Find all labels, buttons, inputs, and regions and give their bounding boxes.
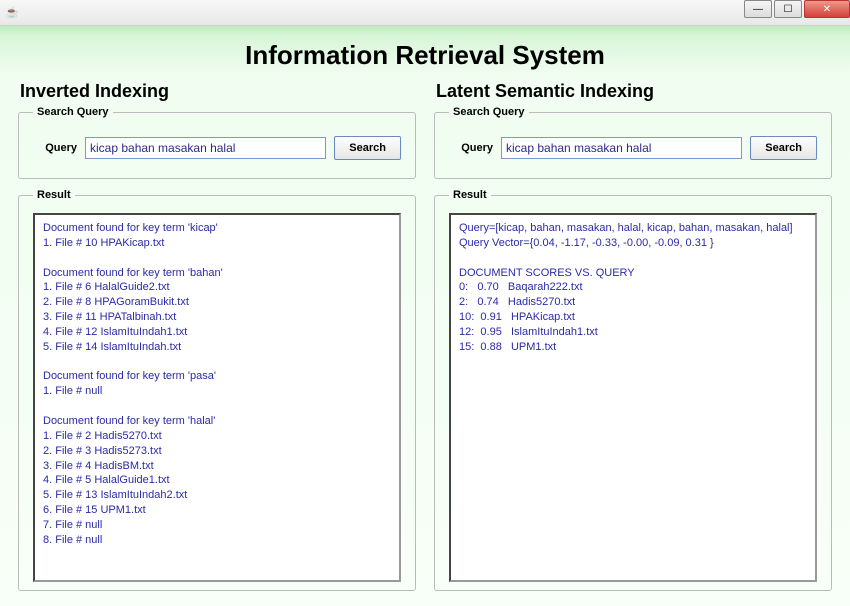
- lsi-result-legend: Result: [449, 189, 491, 201]
- lsi-heading: Latent Semantic Indexing: [434, 81, 832, 102]
- lsi-result-fieldset: Result Query=[kicap, bahan, masakan, hal…: [434, 189, 832, 591]
- inverted-result-textarea[interactable]: Document found for key term 'kicap' 1. F…: [33, 213, 401, 582]
- titlebar: ☕ — ☐ ✕: [0, 0, 850, 26]
- inverted-search-fieldset: Search Query Query Search: [18, 106, 416, 179]
- window-controls: — ☐ ✕: [742, 0, 850, 20]
- page-title: Information Retrieval System: [0, 26, 850, 81]
- inverted-search-button[interactable]: Search: [334, 136, 401, 160]
- lsi-query-row: Query Search: [449, 130, 817, 166]
- inverted-query-label: Query: [33, 142, 77, 154]
- inverted-query-row: Query Search: [33, 130, 401, 166]
- minimize-button[interactable]: —: [744, 0, 772, 18]
- lsi-search-fieldset: Search Query Query Search: [434, 106, 832, 179]
- close-button[interactable]: ✕: [804, 0, 850, 18]
- lsi-search-legend: Search Query: [449, 106, 529, 118]
- inverted-result-fieldset: Result Document found for key term 'kica…: [18, 189, 416, 591]
- lsi-query-input[interactable]: [501, 137, 742, 159]
- lsi-search-button[interactable]: Search: [750, 136, 817, 160]
- inverted-query-input[interactable]: [85, 137, 326, 159]
- inverted-indexing-panel: Inverted Indexing Search Query Query Sea…: [18, 81, 416, 601]
- lsi-panel: Latent Semantic Indexing Search Query Qu…: [434, 81, 832, 601]
- inverted-search-legend: Search Query: [33, 106, 113, 118]
- content-area: Inverted Indexing Search Query Query Sea…: [0, 81, 850, 601]
- inverted-result-legend: Result: [33, 189, 75, 201]
- lsi-result-textarea[interactable]: Query=[kicap, bahan, masakan, halal, kic…: [449, 213, 817, 582]
- maximize-button[interactable]: ☐: [774, 0, 802, 18]
- lsi-query-label: Query: [449, 142, 493, 154]
- java-icon: ☕: [4, 5, 20, 21]
- inverted-heading: Inverted Indexing: [18, 81, 416, 102]
